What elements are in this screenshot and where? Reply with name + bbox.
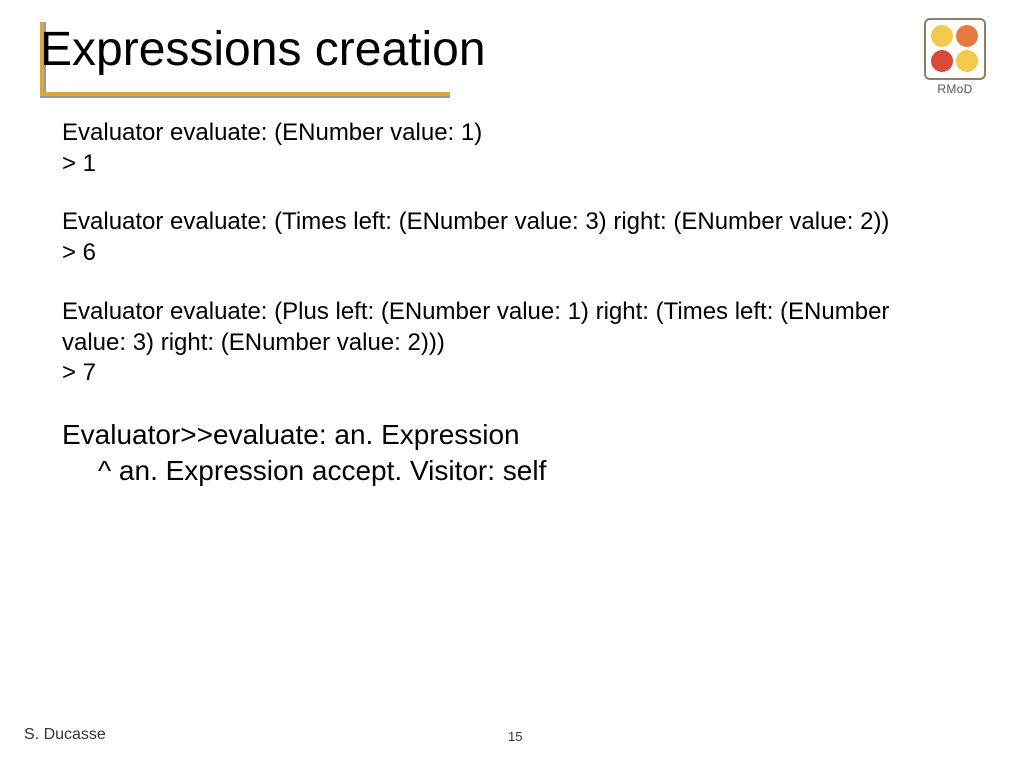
title-block: Expressions creation [40, 22, 860, 77]
code-line: Evaluator evaluate: (Times left: (ENumbe… [62, 207, 952, 238]
code-line: Evaluator evaluate: (ENumber value: 1) [62, 118, 952, 149]
logo-dot-icon [931, 50, 953, 72]
code-line: Evaluator>>evaluate: an. Expression [62, 417, 952, 453]
title-rule-grey [40, 96, 450, 98]
code-line: > 6 [62, 238, 952, 269]
code-block-4: Evaluator>>evaluate: an. Expression ^ an… [62, 417, 952, 490]
code-line: ^ an. Expression accept. Visitor: self [62, 453, 952, 489]
content-area: Evaluator evaluate: (ENumber value: 1) >… [62, 118, 952, 518]
rmod-logo-label: RMoD [916, 82, 994, 96]
code-line: > 1 [62, 149, 952, 180]
footer-author: S. Ducasse [24, 726, 106, 744]
slide-title: Expressions creation [40, 22, 860, 77]
logo-dot-icon [956, 50, 978, 72]
code-line: > 7 [62, 358, 952, 389]
logo-dot-icon [956, 25, 978, 47]
code-block-2: Evaluator evaluate: (Times left: (ENumbe… [62, 207, 952, 268]
footer-page-number: 15 [508, 729, 522, 744]
logo-dot-icon [931, 25, 953, 47]
code-line: Evaluator evaluate: (Plus left: (ENumber… [62, 297, 952, 358]
code-block-1: Evaluator evaluate: (ENumber value: 1) >… [62, 118, 952, 179]
rmod-logo: RMoD [916, 18, 994, 96]
code-block-3: Evaluator evaluate: (Plus left: (ENumber… [62, 297, 952, 389]
rmod-logo-icon [924, 18, 986, 80]
slide: Expressions creation RMoD Evaluator eval… [0, 0, 1024, 768]
